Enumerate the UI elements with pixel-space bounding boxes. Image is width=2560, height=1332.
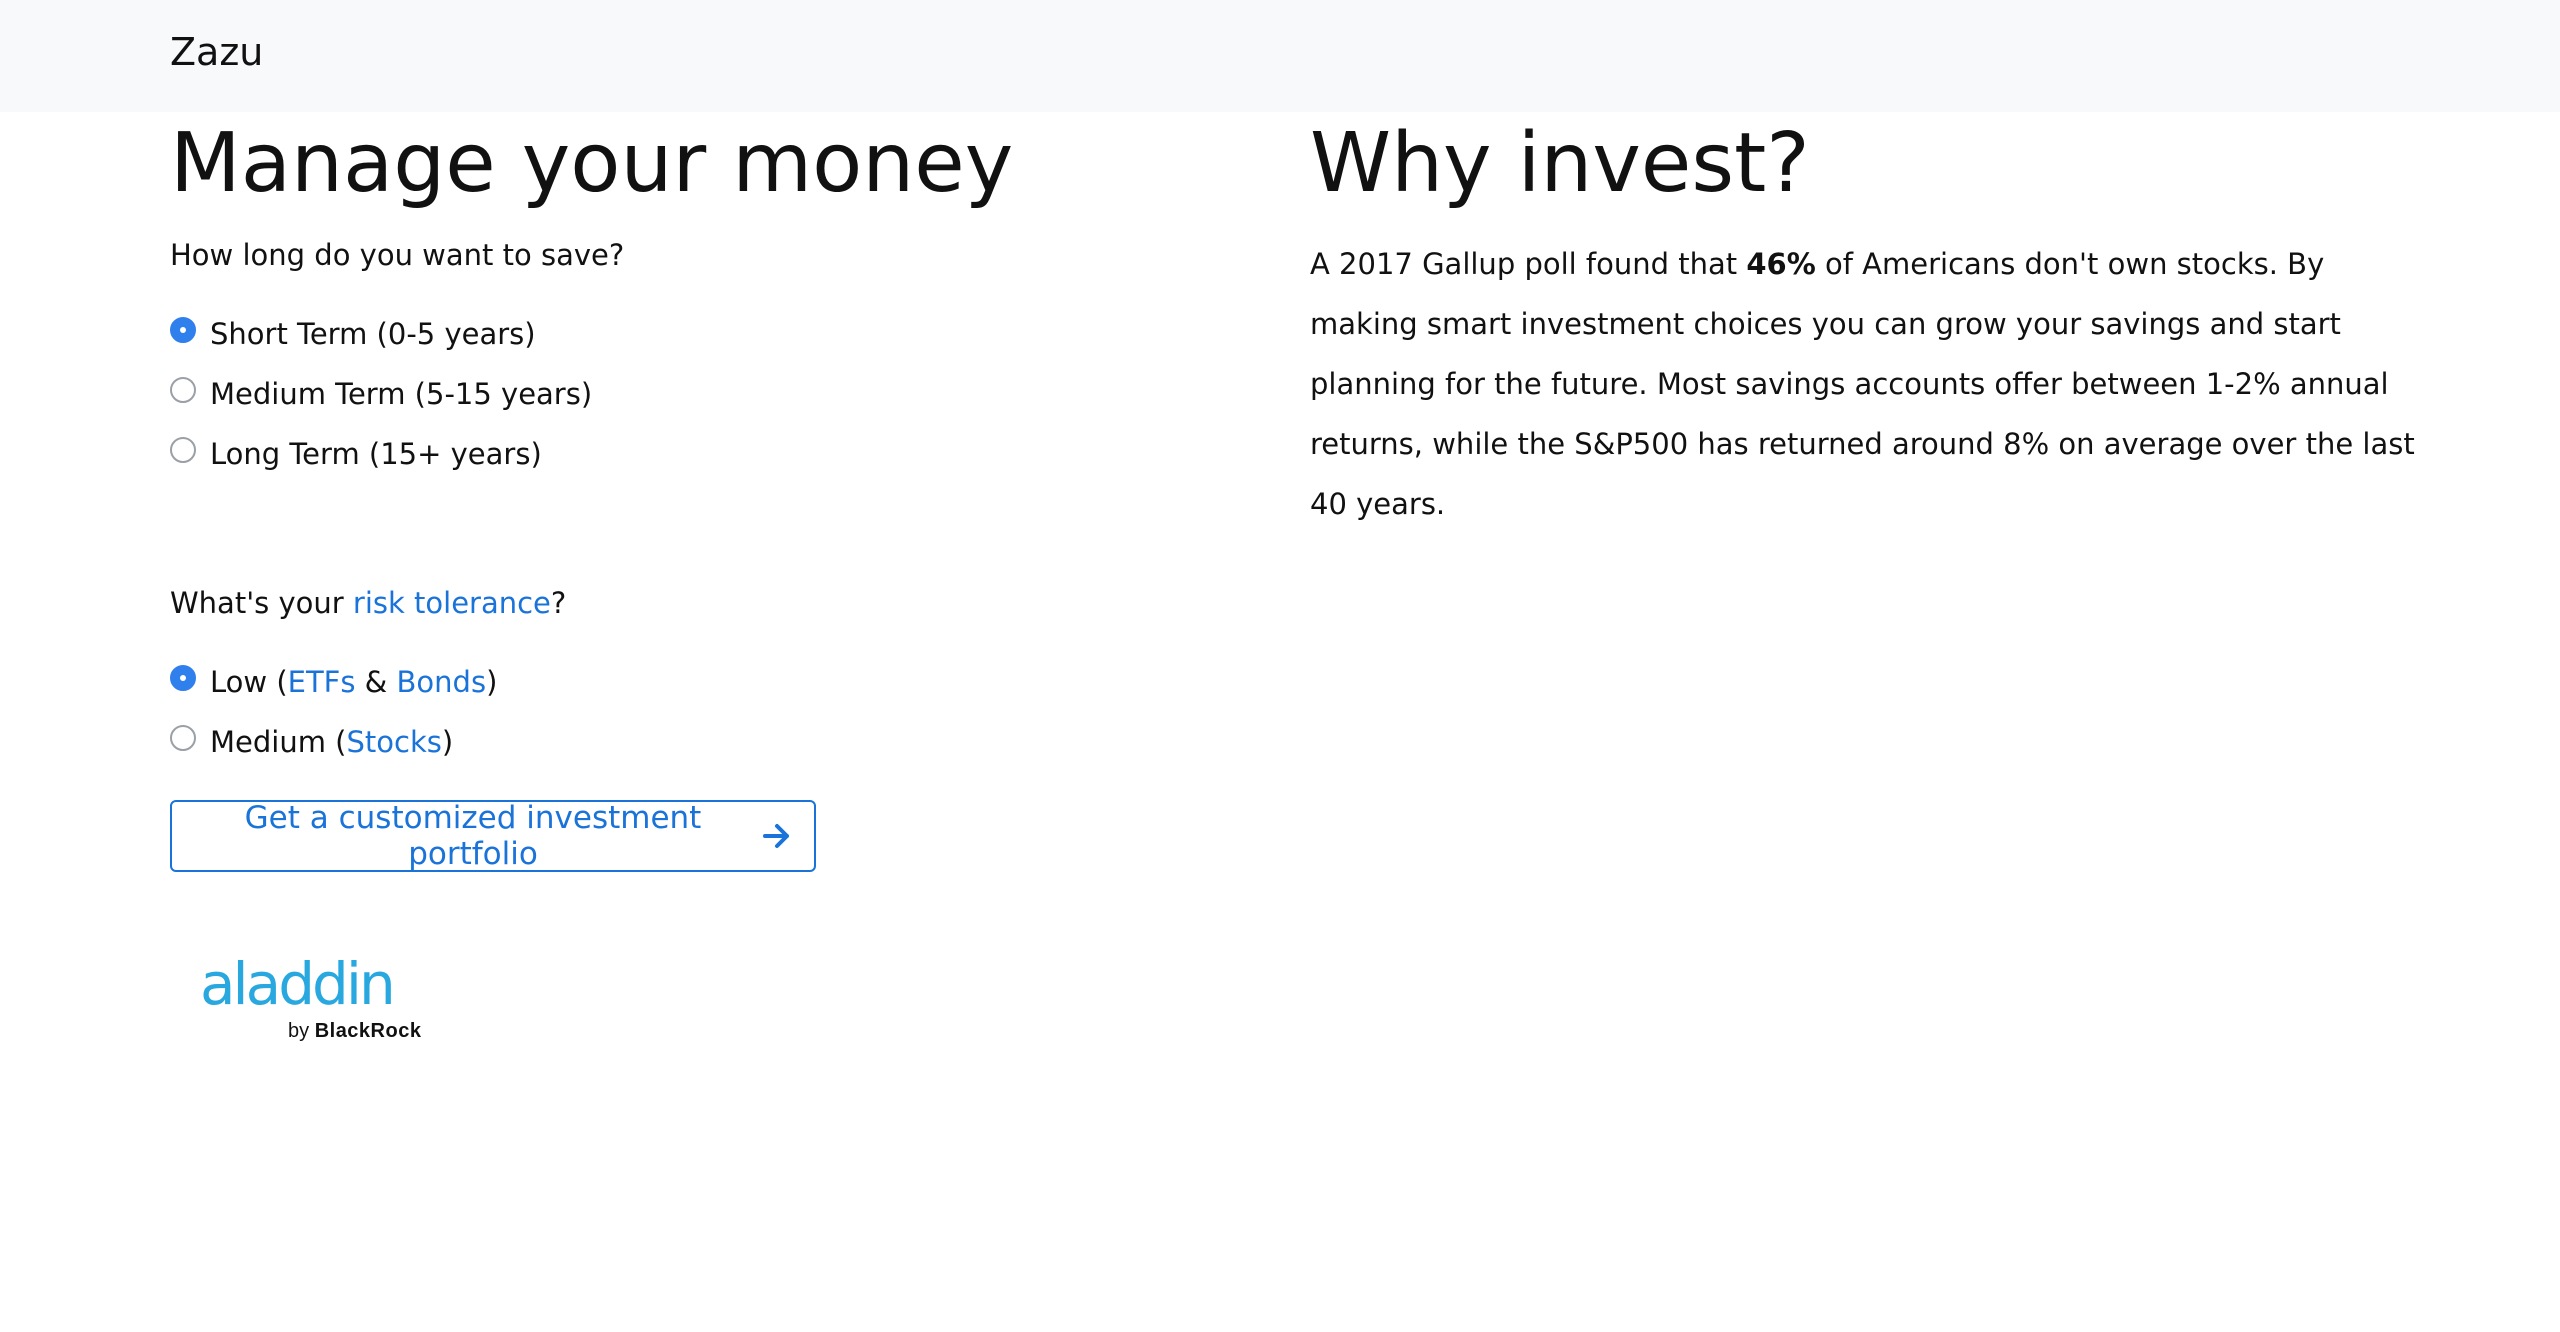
radio-long-term[interactable]: Long Term (15+ years) xyxy=(170,424,592,484)
logo-wordmark: aladdin xyxy=(200,950,396,1018)
risk-tolerance-radio-group: Low (ETFs & Bonds) Medium (Stocks) xyxy=(170,652,497,772)
risk-question-suffix: ? xyxy=(550,586,567,620)
radio-button-medium-term[interactable] xyxy=(170,377,196,403)
aladdin-blackrock-logo: aladdin by BlackRock xyxy=(200,954,460,1054)
get-portfolio-button[interactable]: Get a customized investment portfolio xyxy=(170,800,816,872)
radio-label-text: & xyxy=(355,665,397,699)
why-invest-section: Why invest? A 2017 Gallup poll found tha… xyxy=(1310,112,2440,521)
navbar: Zazu xyxy=(0,0,2560,112)
radio-label-text: ) xyxy=(441,725,454,759)
save-duration-radio-group: Short Term (0-5 years) Medium Term (5-15… xyxy=(170,304,592,484)
paragraph-part: of Americans don't own stocks. By making… xyxy=(1310,247,2415,521)
radio-medium-term[interactable]: Medium Term (5-15 years) xyxy=(170,364,592,424)
manage-money-section: Manage your money How long do you want t… xyxy=(170,112,1230,1042)
logo-by: by xyxy=(288,1020,310,1042)
why-invest-paragraph: A 2017 Gallup poll found that 46% of Ame… xyxy=(1310,234,2440,534)
risk-question-prefix: What's your xyxy=(170,586,353,620)
radio-low-risk[interactable]: Low (ETFs & Bonds) xyxy=(170,652,497,712)
radio-label: Long Term (15+ years) xyxy=(210,437,542,471)
bonds-link[interactable]: Bonds xyxy=(397,665,487,699)
logo-byline: by BlackRock xyxy=(288,1020,421,1043)
stat-highlight: 46% xyxy=(1746,247,1816,281)
risk-tolerance-link[interactable]: risk tolerance xyxy=(353,586,551,620)
page-title: Manage your money xyxy=(170,116,1014,211)
radio-button-medium-risk[interactable] xyxy=(170,725,196,751)
radio-button-low-risk[interactable] xyxy=(170,665,196,691)
get-portfolio-button-label: Get a customized investment portfolio xyxy=(244,800,702,872)
radio-button-short-term[interactable] xyxy=(170,317,196,343)
brand-link[interactable]: Zazu xyxy=(170,30,263,74)
radio-label-text: Medium ( xyxy=(210,725,347,759)
paragraph-part: A 2017 Gallup poll found that xyxy=(1310,247,1747,281)
radio-button-long-term[interactable] xyxy=(170,437,196,463)
radio-label: Low (ETFs & Bonds) xyxy=(210,665,497,699)
save-duration-question: How long do you want to save? xyxy=(170,238,625,272)
radio-label: Medium (Stocks) xyxy=(210,725,453,759)
radio-label-text: ) xyxy=(486,665,498,699)
radio-medium-risk[interactable]: Medium (Stocks) xyxy=(170,712,497,772)
risk-tolerance-question: What's your risk tolerance? xyxy=(170,582,566,624)
why-invest-title: Why invest? xyxy=(1310,116,1810,211)
radio-short-term[interactable]: Short Term (0-5 years) xyxy=(170,304,592,364)
arrow-right-icon xyxy=(762,822,792,850)
radio-label: Short Term (0-5 years) xyxy=(210,317,536,351)
etfs-link[interactable]: ETFs xyxy=(288,665,356,699)
radio-label: Medium Term (5-15 years) xyxy=(210,377,593,411)
logo-brand: BlackRock xyxy=(314,1020,422,1042)
radio-label-text: Low ( xyxy=(210,665,288,699)
stocks-link[interactable]: Stocks xyxy=(347,725,442,759)
